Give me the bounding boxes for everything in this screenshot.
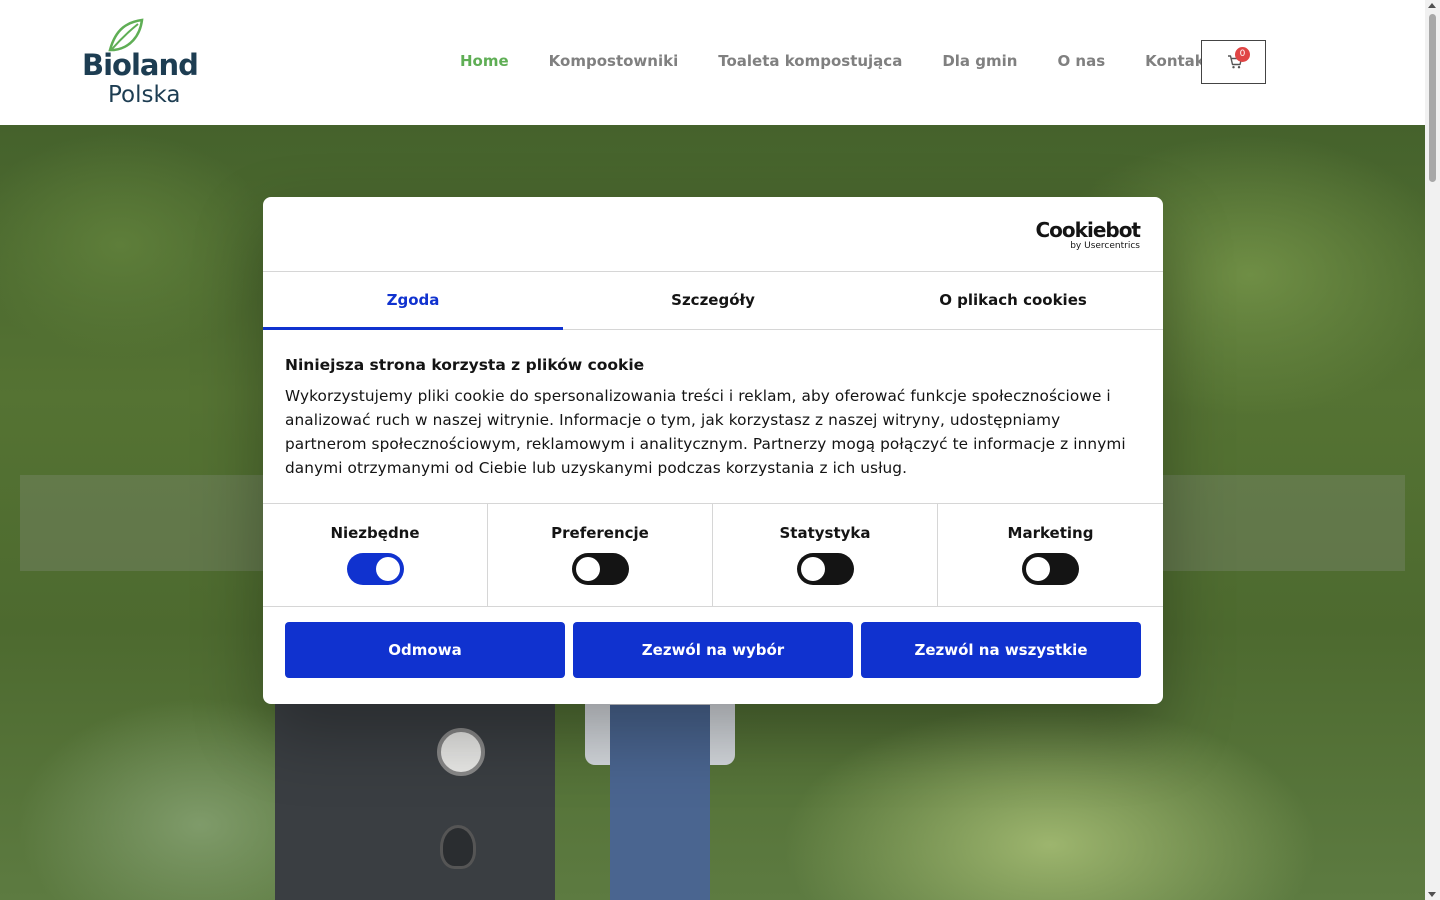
allow-all-button[interactable]: Zezwól na wszystkie: [861, 622, 1141, 678]
toggle-knob: [1026, 557, 1050, 581]
scroll-down-arrow-icon[interactable]: [1428, 892, 1436, 897]
page-scrollbar[interactable]: [1425, 0, 1440, 900]
scroll-up-arrow-icon[interactable]: [1428, 3, 1436, 8]
dialog-buttons: Odmowa Zezwól na wybór Zezwól na wszystk…: [263, 607, 1163, 678]
toggle-knob: [800, 557, 825, 581]
nav-toaleta-kompostujaca[interactable]: Toaleta kompostująca: [718, 52, 902, 70]
dialog-title: Niniejsza strona korzysta z plików cooki…: [285, 356, 645, 374]
category-label: Preferencje: [551, 524, 649, 542]
category-marketing: Marketing: [938, 504, 1163, 606]
dialog-content: Niniejsza strona korzysta z plików cooki…: [263, 330, 1163, 503]
cart-count-badge: 0: [1235, 47, 1250, 62]
logo-brand: Bioland: [82, 48, 199, 82]
cookie-consent-dialog: Cookiebot by Usercentrics Zgoda Szczegół…: [263, 197, 1163, 704]
toggle-knob: [575, 557, 600, 581]
cart-button[interactable]: 0: [1201, 40, 1266, 84]
dialog-header: Cookiebot by Usercentrics: [263, 197, 1163, 272]
dialog-tabs: Zgoda Szczegóły O plikach cookies: [263, 272, 1163, 330]
toggle-preferencje[interactable]: [571, 553, 629, 585]
category-statystyka: Statystyka: [713, 504, 938, 606]
hero-person-jeans: [610, 705, 710, 900]
logo-subtitle: Polska: [108, 82, 181, 108]
nav-o-nas[interactable]: O nas: [1057, 52, 1105, 70]
category-label: Statystyka: [779, 524, 871, 542]
site-logo[interactable]: Bioland Polska: [82, 18, 222, 108]
allow-selection-button[interactable]: Zezwól na wybór: [573, 622, 853, 678]
deny-button[interactable]: Odmowa: [285, 622, 565, 678]
cookie-categories: Niezbędne Preferencje Statystyka Marketi…: [263, 503, 1163, 607]
main-nav: Home Kompostowniki Toaleta kompostująca …: [460, 52, 1252, 70]
cookiebot-name: Cookiebot: [1035, 218, 1141, 242]
toggle-niezbedne[interactable]: [346, 553, 404, 585]
category-label: Marketing: [1007, 524, 1094, 542]
toggle-marketing[interactable]: [1022, 553, 1079, 585]
site-header: Bioland Polska Home Kompostowniki Toalet…: [0, 0, 1425, 125]
cookiebot-by-line: by Usercentrics: [1070, 241, 1140, 251]
toggle-statystyka[interactable]: [796, 553, 854, 585]
dialog-body-text: Wykorzystujemy pliki cookie do spersonal…: [285, 387, 1126, 477]
cookiebot-logo[interactable]: Cookiebot by Usercentrics: [1036, 219, 1141, 251]
scrollbar-thumb[interactable]: [1429, 14, 1436, 182]
nav-kompostowniki[interactable]: Kompostowniki: [549, 52, 679, 70]
category-label: Niezbędne: [330, 524, 420, 542]
thermometer-gauge-icon: [437, 728, 485, 776]
tab-zgoda[interactable]: Zgoda: [263, 272, 563, 330]
tab-o-plikach-cookies[interactable]: O plikach cookies: [863, 272, 1163, 329]
hero-composter: [275, 685, 555, 900]
vent-icon: [440, 825, 476, 869]
tab-szczegoly[interactable]: Szczegóły: [563, 272, 863, 329]
category-preferencje: Preferencje: [488, 504, 713, 606]
toggle-knob: [375, 557, 400, 581]
nav-dla-gmin[interactable]: Dla gmin: [942, 52, 1017, 70]
category-niezbedne: Niezbędne: [263, 504, 488, 606]
nav-home[interactable]: Home: [460, 52, 509, 70]
